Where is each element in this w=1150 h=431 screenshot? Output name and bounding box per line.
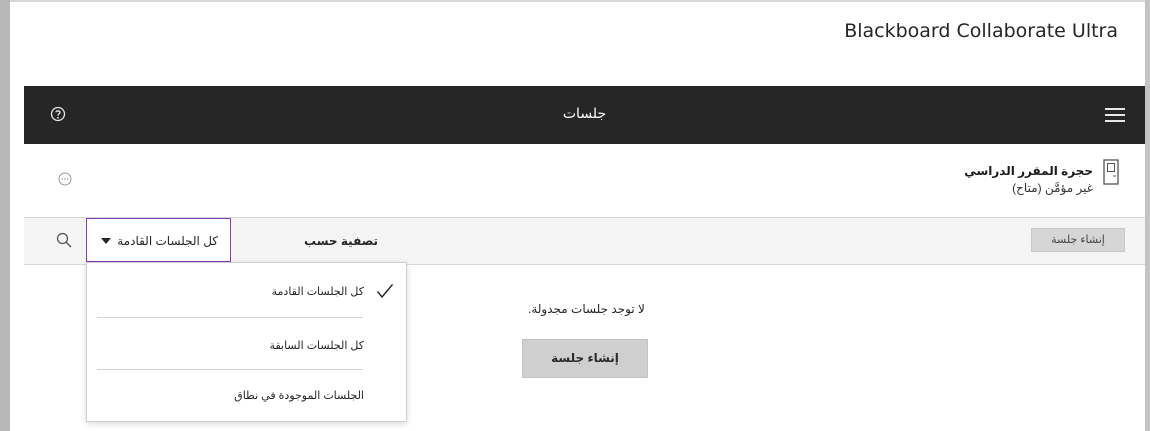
checkmark-icon bbox=[376, 284, 394, 299]
dropdown-option-upcoming[interactable]: كل الجلسات القادمة bbox=[87, 265, 406, 317]
top-divider bbox=[10, 0, 1145, 2]
dropdown-option-label: الجلسات الموجودة في نطاق bbox=[234, 390, 364, 402]
hamburger-menu-icon[interactable] bbox=[1105, 108, 1125, 122]
right-border-strip bbox=[1145, 0, 1150, 431]
dropdown-option-label: كل الجلسات القادمة bbox=[271, 286, 364, 298]
dropdown-option-previous[interactable]: كل الجلسات السابقة bbox=[87, 319, 406, 371]
no-sessions-message: لا توجد جلسات مجدولة. bbox=[528, 302, 645, 316]
nav-title: جلسات bbox=[562, 105, 607, 121]
create-session-main-button[interactable]: إنشاء جلسة bbox=[522, 339, 648, 378]
filter-selected-value: كل الجلسات القادمة bbox=[117, 234, 218, 248]
filter-label: تصفية حسب bbox=[304, 234, 379, 248]
left-border-strip bbox=[0, 0, 10, 431]
create-session-button[interactable]: إنشاء جلسة bbox=[1031, 228, 1125, 252]
course-room-row[interactable]: حجرة المقرر الدراسي غير مؤمَّن (متاح) bbox=[24, 144, 1145, 218]
caret-down-icon bbox=[101, 238, 111, 244]
door-icon bbox=[1103, 159, 1119, 185]
more-options-icon[interactable] bbox=[58, 172, 72, 186]
course-room-title: حجرة المقرر الدراسي bbox=[964, 164, 1093, 178]
dropdown-option-label: كل الجلسات السابقة bbox=[269, 340, 364, 352]
dropdown-option-range[interactable]: الجلسات الموجودة في نطاق bbox=[87, 369, 406, 421]
filter-toolbar: كل الجلسات القادمة تصفية حسب إنشاء جلسة bbox=[24, 218, 1145, 265]
filter-dropdown-menu: كل الجلسات القادمة كل الجلسات السابقة ال… bbox=[86, 262, 407, 422]
filter-dropdown-button[interactable]: كل الجلسات القادمة bbox=[86, 218, 231, 262]
dropdown-divider bbox=[97, 317, 363, 318]
sessions-nav-bar: جلسات bbox=[24, 86, 1145, 144]
search-icon[interactable] bbox=[56, 232, 72, 248]
course-room-status: غير مؤمَّن (متاح) bbox=[1012, 181, 1093, 195]
app-title: Blackboard Collaborate Ultra bbox=[844, 20, 1118, 42]
